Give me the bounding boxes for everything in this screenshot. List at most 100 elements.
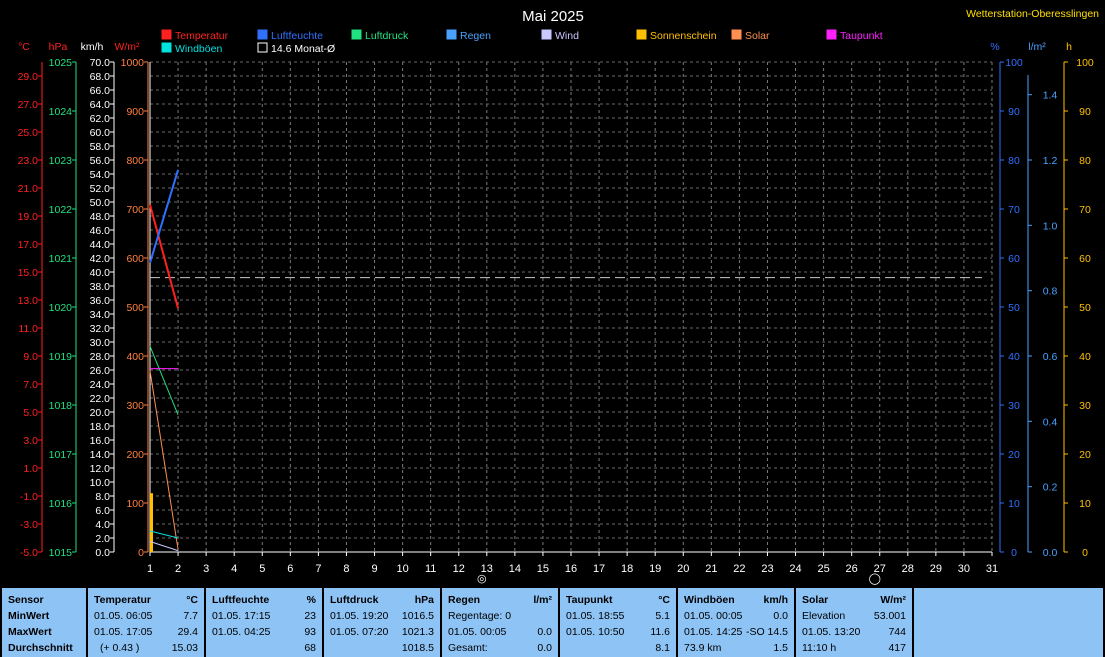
legend-label: Windböen [175, 43, 222, 55]
moon-phase-icon: ◯ [869, 573, 881, 585]
tick-label: 46.0 [90, 225, 111, 237]
x-tick-label: 15 [537, 563, 549, 575]
tick-label: 1.0 [23, 463, 38, 475]
x-tick-label: 3 [203, 563, 209, 575]
avg-time: 73.9 km [684, 642, 722, 654]
legend-swatch [161, 29, 172, 40]
tick-label: 1023 [49, 155, 73, 167]
legend-label: Regen [460, 30, 491, 42]
tick-label: 100 [126, 498, 144, 510]
x-tick-label: 8 [343, 563, 349, 575]
legend-swatch [161, 42, 172, 53]
tick-label: 20 [1079, 449, 1091, 461]
tick-label: 1017 [49, 449, 73, 461]
axis-unit-label: km/h [81, 41, 104, 53]
avg-time: (+ 0.43 ) [100, 642, 140, 654]
max-value: 744 [888, 626, 906, 638]
tick-label: 0.0 [95, 547, 110, 559]
tick-label: 100 [1005, 57, 1023, 69]
tick-label: 9.0 [23, 351, 38, 363]
tick-label: 10 [1079, 498, 1091, 510]
min-time: 01.05. 06:05 [94, 610, 153, 622]
tick-label: 68.0 [90, 71, 111, 83]
x-tick-label: 18 [621, 563, 633, 575]
panel-title: Regen [448, 594, 481, 606]
tick-label: 70.0 [90, 57, 111, 69]
tick-label: 1018 [49, 400, 73, 412]
tick-label: 24.0 [90, 379, 111, 391]
x-tick-label: 4 [231, 563, 237, 575]
tick-label: 1020 [49, 302, 73, 314]
x-tick-label: 22 [733, 563, 745, 575]
tick-label: 30 [1008, 400, 1020, 412]
x-tick-label: 5 [259, 563, 265, 575]
tick-label: 1.2 [1043, 155, 1058, 167]
x-tick-label: 6 [287, 563, 293, 575]
tick-label: 36.0 [90, 295, 111, 307]
x-tick-label: 14 [509, 563, 521, 575]
tick-label: 5.0 [23, 407, 38, 419]
tick-label: 6.0 [95, 505, 110, 517]
tick-label: -1.0 [20, 491, 38, 503]
legend-label: Solar [745, 30, 770, 42]
min-value: 5.1 [655, 610, 670, 622]
x-tick-label: 23 [761, 563, 773, 575]
x-tick-label: 21 [705, 563, 717, 575]
max-value: 11.6 [650, 626, 670, 638]
tick-label: 16.0 [90, 435, 111, 447]
tick-label: 22.0 [90, 393, 111, 405]
tick-label: 800 [126, 155, 144, 167]
tick-label: 20 [1008, 449, 1020, 461]
tick-label: 26.0 [90, 365, 111, 377]
tick-label: 60.0 [90, 127, 111, 139]
legend-swatch [257, 42, 268, 53]
panel-unit: hPa [414, 594, 434, 606]
station-name: Wetterstation-Oberesslingen [966, 8, 1099, 20]
tick-label: 23.0 [18, 155, 39, 167]
legend-label: Taupunkt [840, 30, 883, 42]
min-value: 1016.5 [401, 610, 434, 622]
tick-label: 56.0 [90, 155, 111, 167]
tick-label: 1024 [49, 106, 73, 118]
x-tick-label: 2 [175, 563, 181, 575]
tick-label: 900 [126, 106, 144, 118]
tick-label: 66.0 [90, 85, 111, 97]
panel-unit: °C [658, 594, 670, 606]
axis-unit-label: l/m² [1028, 41, 1046, 53]
min-value: 23 [304, 610, 316, 622]
panel-unit: W/m² [880, 594, 906, 606]
legend-label: 14.6 Monat-Ø [271, 43, 335, 55]
stats-panel-taupunkt: Taupunkt °C 01.05. 18:55 5.1 01.05. 10:5… [560, 588, 676, 657]
panel-unit: l/m² [533, 594, 552, 606]
tick-label: 50 [1008, 302, 1020, 314]
panel-title: Luftdruck [330, 594, 379, 606]
tick-label: 80 [1079, 155, 1091, 167]
avg-value: 417 [888, 642, 906, 654]
tick-label: 60 [1079, 253, 1091, 265]
avg-value: 1.5 [773, 642, 788, 654]
avg-value: 15.03 [171, 642, 198, 654]
tick-label: 50.0 [90, 197, 111, 209]
tick-label: 4.0 [95, 519, 110, 531]
legend-swatch [731, 29, 742, 40]
stats-panel-windboeen: Windböen km/h 01.05. 00:05 0.0 01.05. 14… [678, 588, 794, 657]
tick-label: 60 [1008, 253, 1020, 265]
tick-label: 0.4 [1043, 416, 1058, 428]
x-tick-label: 9 [371, 563, 377, 575]
stats-labels-panel: Sensor MinWert MaxWert Durchschnitt [2, 588, 86, 657]
legend-swatch [541, 29, 552, 40]
stats-panel-regen: Regen l/m² Regentage: 0 01.05. 00:05 0.0… [442, 588, 558, 657]
avg-value: 1018.5 [401, 642, 434, 654]
tick-label: 30 [1079, 400, 1091, 412]
tick-label: 0 [1082, 547, 1088, 559]
legend-label: Sonnenschein [650, 30, 717, 42]
tick-label: 1.0 [1043, 220, 1058, 232]
tick-label: 13.0 [18, 295, 39, 307]
tick-label: 52.0 [90, 183, 111, 195]
tick-label: 38.0 [90, 281, 111, 293]
x-tick-label: 29 [930, 563, 942, 575]
tick-label: 1016 [49, 498, 73, 510]
moon-phase-icon: ◎ [477, 573, 487, 585]
tick-label: 44.0 [90, 239, 111, 251]
x-tick-label: 7 [315, 563, 321, 575]
